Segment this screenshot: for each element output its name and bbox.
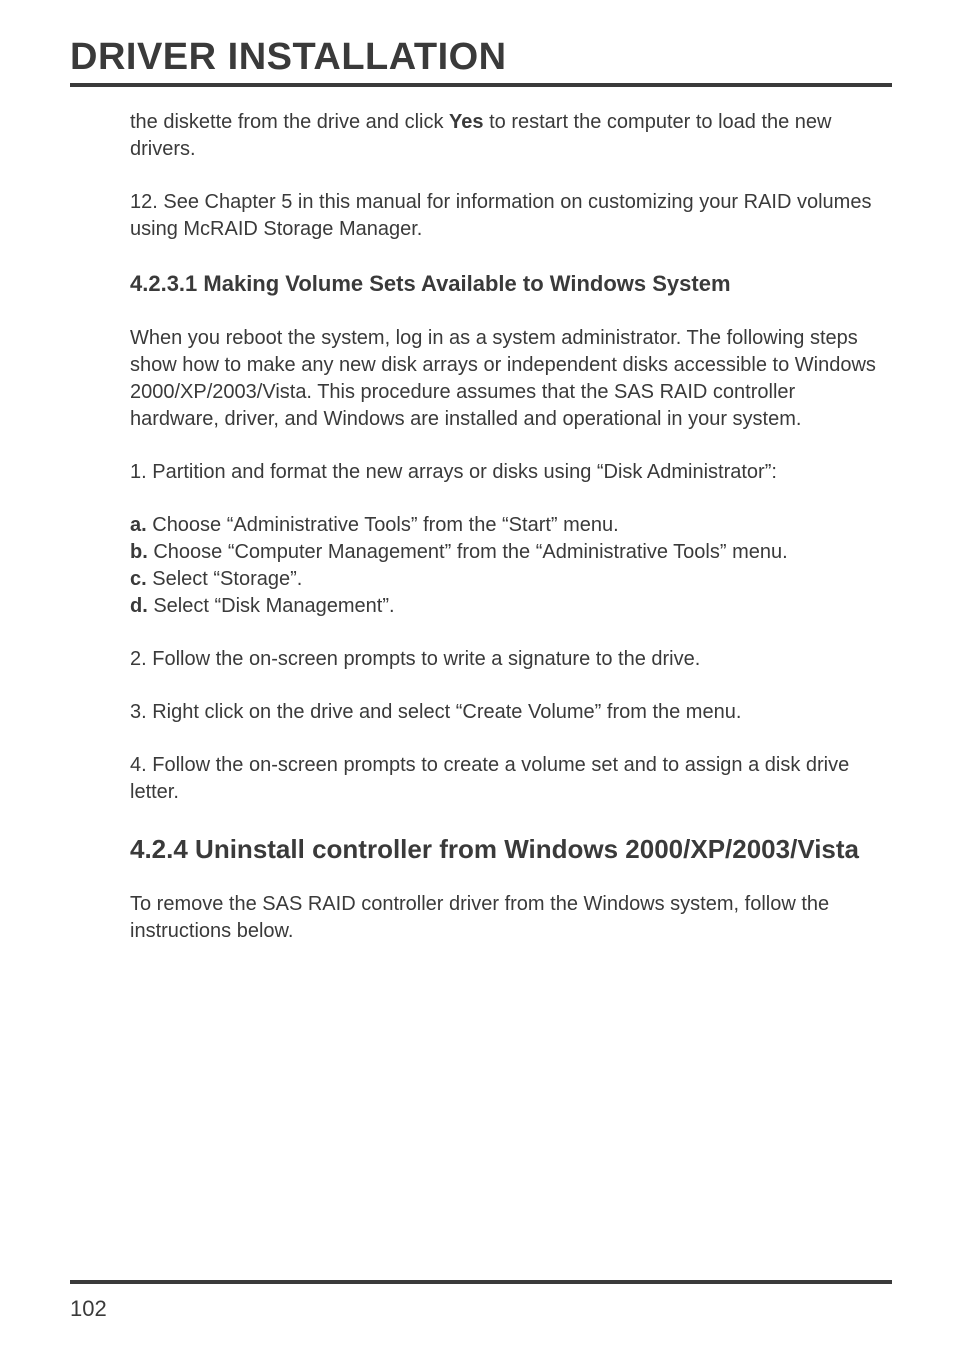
- page-number: 102: [70, 1296, 107, 1322]
- list-item-c: c. Select “Storage”.: [130, 566, 888, 593]
- list-label-d: d.: [130, 595, 148, 617]
- list-text-c: Select “Storage”.: [147, 568, 303, 590]
- page-title: DRIVER INSTALLATION: [70, 36, 892, 79]
- paragraph-step-2: 2. Follow the on-screen prompts to write…: [130, 646, 888, 673]
- paragraph-step-3: 3. Right click on the drive and select “…: [130, 699, 888, 726]
- text-bold-yes: Yes: [449, 111, 483, 133]
- subsection-heading-4231: 4.2.3.1 Making Volume Sets Available to …: [130, 269, 888, 299]
- list-item-b: b. Choose “Computer Management” from the…: [130, 539, 888, 566]
- section-heading-424: 4.2.4 Uninstall controller from Windows …: [130, 832, 888, 867]
- list-label-b: b.: [130, 541, 148, 563]
- sublist-block: a. Choose “Administrative Tools” from th…: [130, 512, 888, 620]
- paragraph-continuation: the diskette from the drive and click Ye…: [130, 109, 888, 163]
- paragraph-step-4: 4. Follow the on-screen prompts to creat…: [130, 752, 888, 806]
- list-label-c: c.: [130, 568, 147, 590]
- list-item-d: d. Select “Disk Management”.: [130, 593, 888, 620]
- list-text-a: Choose “Administrative Tools” from the “…: [147, 514, 619, 536]
- paragraph-reboot: When you reboot the system, log in as a …: [130, 325, 888, 433]
- paragraph-step-1: 1. Partition and format the new arrays o…: [130, 459, 888, 486]
- list-item-a: a. Choose “Administrative Tools” from th…: [130, 512, 888, 539]
- text-pre: the diskette from the drive and click: [130, 111, 449, 133]
- content-body: the diskette from the drive and click Ye…: [70, 109, 892, 945]
- list-text-d: Select “Disk Management”.: [148, 595, 395, 617]
- paragraph-uninstall: To remove the SAS RAID controller driver…: [130, 891, 888, 945]
- title-divider: [70, 83, 892, 87]
- footer-divider: [70, 1280, 892, 1284]
- list-text-b: Choose “Computer Management” from the “A…: [148, 541, 788, 563]
- list-label-a: a.: [130, 514, 147, 536]
- paragraph-step-12: 12. See Chapter 5 in this manual for inf…: [130, 189, 888, 243]
